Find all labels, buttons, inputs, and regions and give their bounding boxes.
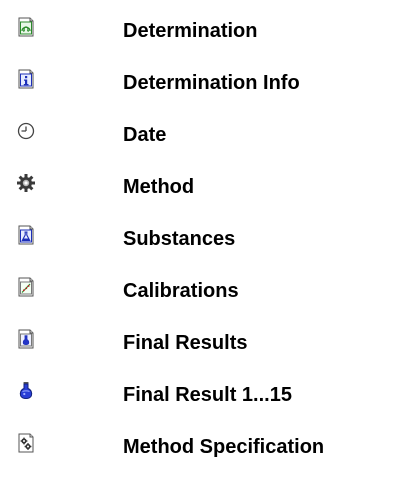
clock-icon bbox=[16, 121, 36, 141]
legend-label: Method Specification bbox=[123, 436, 325, 458]
method-specification-icon bbox=[16, 433, 36, 453]
gear-icon bbox=[16, 173, 36, 193]
legend-label: Final Results bbox=[123, 332, 248, 354]
legend-item-final-result-1-15: Final Result 1...15 bbox=[0, 381, 393, 423]
legend-label: Determination bbox=[123, 20, 258, 42]
calibration-chart-icon bbox=[16, 277, 36, 297]
legend-item-method-specification: Method Specification bbox=[0, 433, 393, 475]
legend-label: Method bbox=[123, 176, 195, 198]
legend-item-date: Date bbox=[0, 121, 393, 163]
substances-icon bbox=[16, 225, 36, 245]
legend-label: Calibrations bbox=[123, 280, 239, 302]
legend-label: Final Result 1...15 bbox=[123, 384, 292, 406]
legend-item-calibrations: Calibrations bbox=[0, 277, 393, 319]
flask-icon bbox=[16, 381, 36, 401]
determination-info-icon bbox=[16, 69, 36, 89]
legend-label: Determination Info bbox=[123, 72, 300, 94]
legend-item-determination: Determination bbox=[0, 17, 393, 59]
icon-legend: Determination Determination Info Date Me… bbox=[0, 0, 393, 477]
legend-item-final-results: Final Results bbox=[0, 329, 393, 371]
legend-item-method: Method bbox=[0, 173, 393, 215]
legend-label: Date bbox=[123, 124, 167, 146]
determination-icon bbox=[16, 17, 36, 37]
legend-label: Substances bbox=[123, 228, 236, 250]
final-results-icon bbox=[16, 329, 36, 349]
legend-item-substances: Substances bbox=[0, 225, 393, 267]
legend-item-determination-info: Determination Info bbox=[0, 69, 393, 111]
